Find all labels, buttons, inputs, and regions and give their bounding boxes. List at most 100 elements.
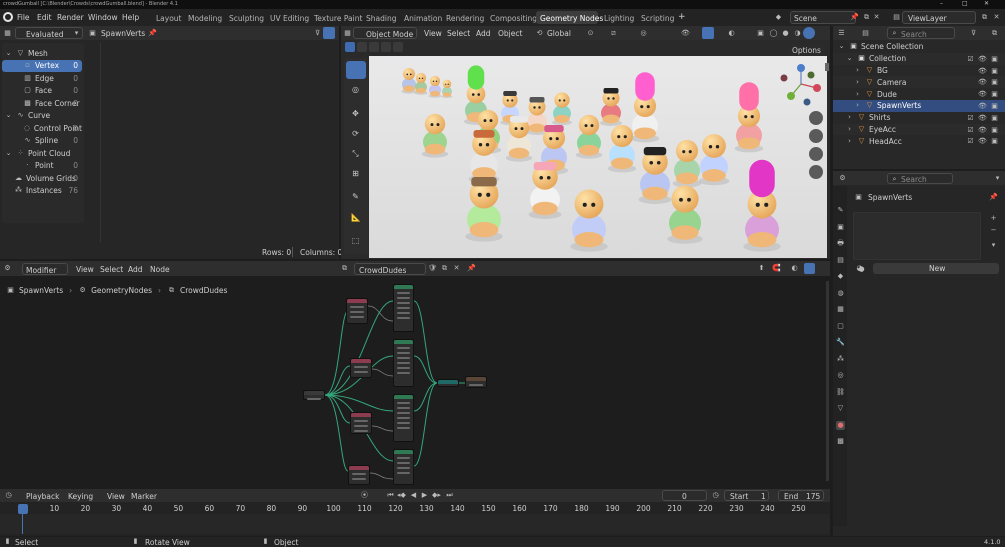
end-frame-field[interactable]: End 175 (778, 490, 824, 501)
viewport-3d[interactable]: ▦ Object Mode View Select Add Object ⟲ G… (341, 26, 830, 259)
keying-menu[interactable]: Keying (68, 492, 93, 501)
instance-on-points-node-3[interactable] (393, 394, 414, 442)
options-icon[interactable]: ▾ (993, 174, 1002, 183)
outliner-item-camera[interactable]: › ▽ Camera 👁 ▣ (833, 76, 1005, 89)
tab-lighting[interactable]: Lighting (604, 14, 634, 23)
tab-sculpting[interactable]: Sculpting (229, 14, 264, 23)
node-editor-scrollbar[interactable] (826, 281, 829, 481)
instance-node-3[interactable] (350, 412, 372, 434)
rendered-shading-toggle[interactable] (803, 27, 815, 39)
play-reverse-icon[interactable]: ◀ (409, 491, 418, 500)
viewport-menu-view[interactable]: View (424, 29, 442, 38)
spreadsheet-item-volume-grids[interactable]: ☁ Volume Grids 0 (2, 172, 82, 185)
new-view-layer-icon[interactable]: ⧉ (980, 13, 989, 22)
menu-file[interactable]: File (17, 13, 30, 22)
timeline-view-menu[interactable]: View (107, 492, 125, 501)
new-collection-icon[interactable]: ⧉ (990, 29, 999, 38)
properties-tab-world-icon[interactable]: ◍ (836, 289, 845, 298)
tab-geometry-nodes[interactable]: Geometry Nodes (536, 11, 603, 24)
sidebar-toggle[interactable] (825, 63, 829, 71)
proportional-edit-icon[interactable]: ◎ (639, 29, 648, 38)
editor-type-icon[interactable]: ▦ (3, 29, 12, 38)
next-keyframe-icon[interactable]: ◆▸ (432, 491, 441, 500)
spreadsheet-item-edge[interactable]: ▥ Edge 0 (2, 72, 82, 85)
gizmo-toggle[interactable] (702, 27, 714, 39)
chevron-right-icon[interactable]: › (853, 90, 862, 99)
render-icon[interactable]: ▣ (990, 102, 999, 111)
properties-tab-data-icon[interactable]: ▽ (836, 404, 845, 413)
instance-on-points-node-2[interactable] (393, 339, 414, 387)
properties-search[interactable]: ⌕ Search (887, 173, 953, 184)
record-icon[interactable]: ⦿ (360, 491, 369, 500)
scene-selector[interactable]: ◆ Scene 📌 ⧉ ✕ (772, 11, 880, 24)
jump-start-icon[interactable]: ⏮ (386, 491, 395, 500)
properties-tab-physics-icon[interactable]: ◎ (836, 371, 845, 380)
overlay-icon[interactable]: ◐ (727, 29, 736, 38)
tab-layout[interactable]: Layout (156, 14, 182, 23)
render-icon[interactable]: ▣ (990, 90, 999, 99)
material-shading-icon[interactable]: ◑ (793, 29, 802, 38)
chevron-right-icon[interactable]: › (853, 66, 862, 75)
pin-icon[interactable]: 📌 (850, 13, 859, 22)
menu-help[interactable]: Help (122, 13, 139, 22)
properties-tab-collection-icon[interactable]: ▦ (836, 305, 845, 314)
visibility-icon[interactable]: 👁 (978, 78, 987, 87)
viewport-menu-add[interactable]: Add (476, 29, 491, 38)
select-extend-icon[interactable] (357, 42, 367, 52)
tab-texture-paint[interactable]: Texture Paint (314, 14, 362, 23)
instance-on-points-node-4[interactable] (393, 449, 414, 485)
delete-scene-icon[interactable]: ✕ (872, 13, 881, 22)
browse-material-icon[interactable]: ◕ (855, 264, 864, 273)
start-frame-field[interactable]: Start 1 (724, 490, 769, 501)
add-workspace-button[interactable]: + (678, 12, 686, 22)
pivot-icon[interactable]: ⊙ (586, 29, 595, 38)
instance-on-points-node-1[interactable] (393, 284, 414, 332)
minimize-button[interactable]: – (940, 0, 943, 7)
chevron-down-icon[interactable]: ⌄ (845, 54, 854, 63)
add-slot-icon[interactable]: + (989, 214, 998, 223)
pin-icon[interactable]: 📌 (148, 29, 157, 38)
marker-menu[interactable]: Marker (131, 492, 157, 501)
visibility-icon[interactable]: 👁 (978, 102, 987, 111)
visibility-icon[interactable]: 👁 (681, 29, 690, 38)
tab-modeling[interactable]: Modeling (188, 14, 222, 23)
render-icon[interactable]: ▣ (990, 137, 999, 146)
cursor-tool-icon[interactable]: ◎ (351, 85, 360, 94)
viewport-menu-select[interactable]: Select (447, 29, 470, 38)
tab-uv-editing[interactable]: UV Editing (270, 14, 309, 23)
spreadsheet-item-spline[interactable]: ∿ Spline 0 (2, 135, 82, 148)
object-mode-dropdown[interactable]: Object Mode (353, 27, 417, 39)
navigation-gizmo[interactable] (777, 62, 827, 108)
properties-tab-texture-icon[interactable]: ▩ (836, 437, 845, 446)
outliner-item-eyeacc[interactable]: › ▽ EyeAcc ☑ 👁 ▣ (833, 123, 1005, 136)
select-box-mode-icon[interactable] (345, 42, 355, 52)
chevron-right-icon[interactable]: › (845, 113, 854, 122)
render-icon[interactable]: ▣ (990, 67, 999, 76)
select-intersect-icon[interactable] (393, 42, 403, 52)
select-tool-icon[interactable] (346, 61, 366, 79)
join-geometry-node[interactable] (437, 379, 459, 387)
camera-view-icon[interactable] (809, 147, 823, 161)
select-invert-icon[interactable] (381, 42, 391, 52)
spreadsheet-item-mesh[interactable]: ⌄ ▽ Mesh (2, 47, 82, 60)
wireframe-shading-icon[interactable]: ◯ (769, 29, 778, 38)
delete-view-layer-icon[interactable]: ✕ (992, 13, 1001, 22)
exclude-checkbox[interactable]: ☑ (966, 126, 975, 135)
spreadsheet-item-face[interactable]: ▢ Face 0 (2, 85, 82, 98)
spreadsheet-item-vertex[interactable]: ▫ Vertex 0 (2, 59, 82, 72)
add-cube-tool-icon[interactable]: ⬚ (351, 236, 360, 245)
spreadsheet-item-point-cloud[interactable]: ⌄ ⁘ Point Cloud (2, 147, 82, 160)
instance-node-1[interactable] (346, 298, 368, 324)
outliner-item-shirts[interactable]: › ▽ Shirts ☑ 👁 ▣ (833, 112, 1005, 124)
tab-scripting[interactable]: Scripting (641, 14, 674, 23)
exclude-checkbox[interactable]: ☑ (966, 55, 975, 64)
outliner-item-headacc[interactable]: › ▽ HeadAcc ☑ 👁 ▣ (833, 135, 1005, 147)
visibility-icon[interactable]: 👁 (978, 55, 987, 64)
play-icon[interactable]: ▶ (420, 491, 429, 500)
visibility-icon[interactable]: 👁 (978, 126, 987, 135)
tab-compositing[interactable]: Compositing (490, 14, 537, 23)
render-icon[interactable]: ▣ (990, 114, 999, 123)
properties-tab-object-icon[interactable]: ▢ (836, 322, 845, 331)
properties-tab-view-layer-icon[interactable]: ▤ (836, 256, 845, 265)
maximize-button[interactable]: □ (962, 0, 968, 7)
